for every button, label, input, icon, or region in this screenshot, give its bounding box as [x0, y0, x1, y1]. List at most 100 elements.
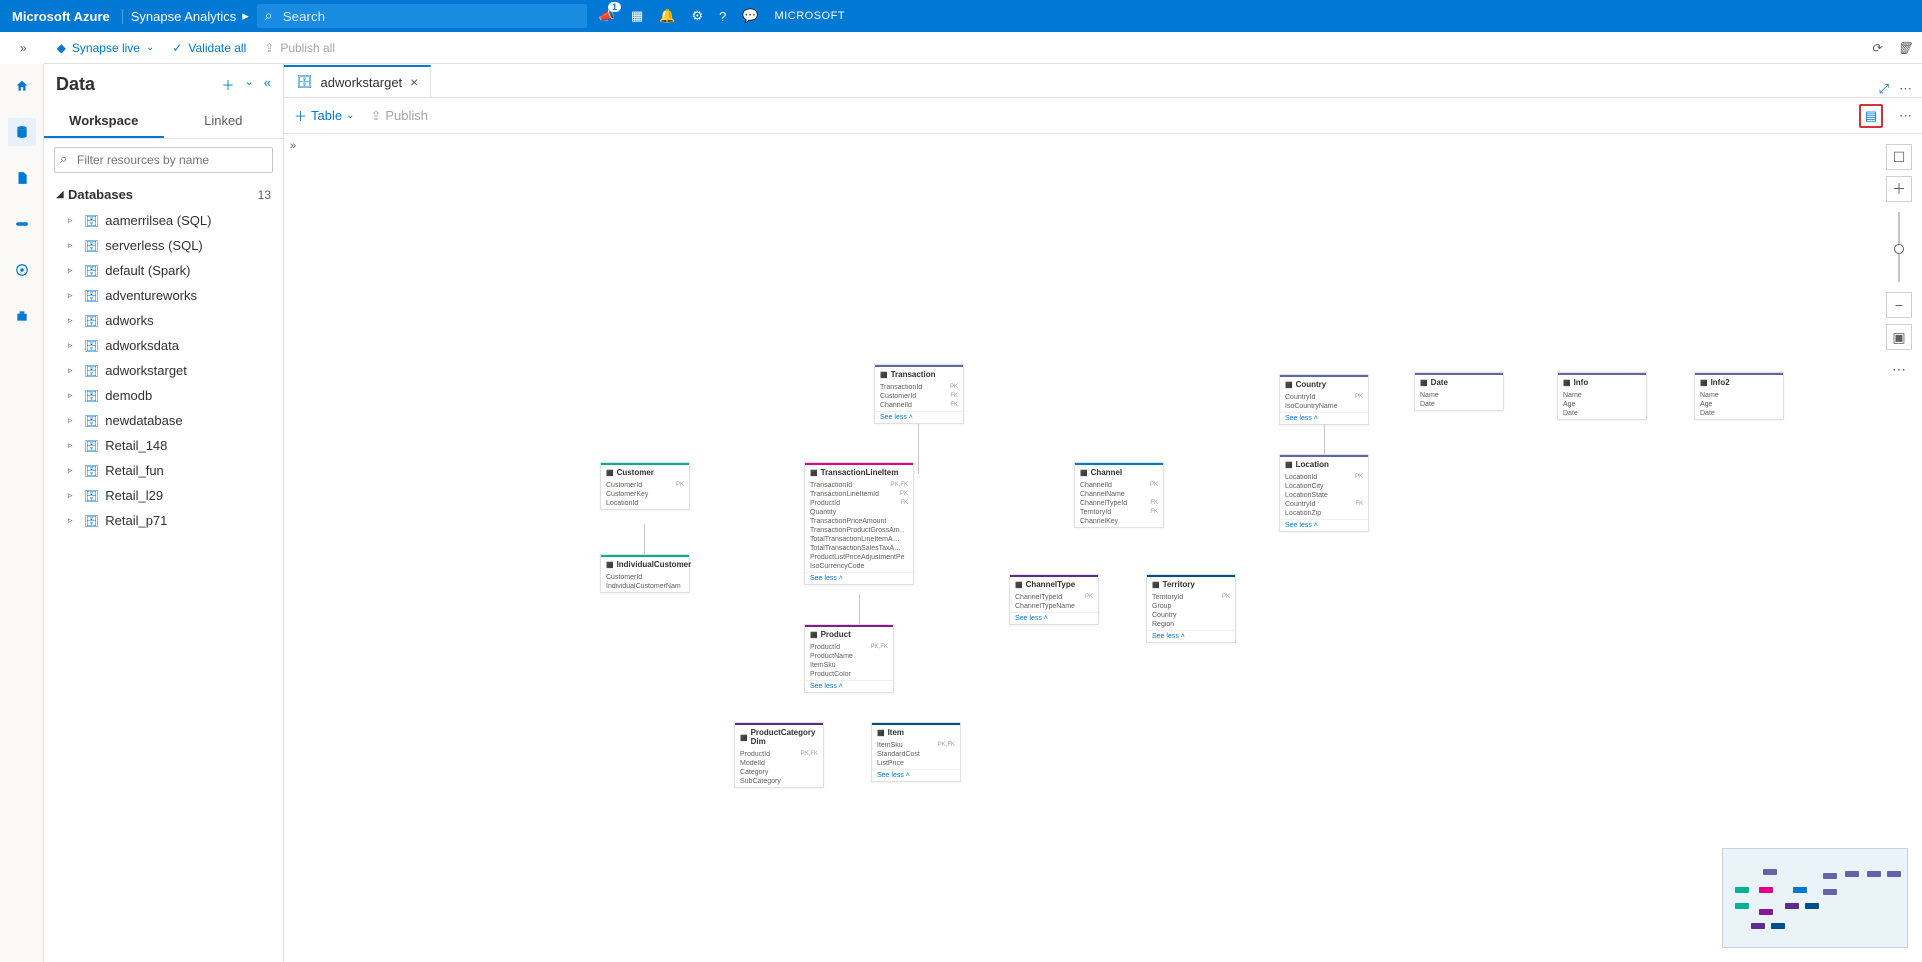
- nav-home[interactable]: [8, 72, 36, 100]
- expand-canvas-icon[interactable]: »: [290, 140, 296, 152]
- zoom-in-button[interactable]: ＋: [1886, 176, 1912, 202]
- database-icon: [15, 125, 29, 139]
- add-table-dropdown[interactable]: ＋ Table ⌄: [294, 106, 354, 125]
- entity-customer[interactable]: ▦CustomerCustomerIdPKCustomerKeyLocation…: [600, 462, 690, 510]
- search-container: [257, 4, 587, 28]
- database-item[interactable]: ▹🗄serverless (SQL): [50, 233, 283, 258]
- database-icon: 🗄: [84, 314, 99, 328]
- more-icon[interactable]: ⋯: [1899, 81, 1912, 97]
- nav-integrate[interactable]: [8, 210, 36, 238]
- synapse-live-dropdown[interactable]: ◆ Synapse live ⌄: [57, 41, 155, 55]
- database-icon: 🗄: [84, 339, 99, 353]
- canvas-options-icon[interactable]: ⋯: [1886, 356, 1912, 382]
- close-tab-icon[interactable]: ×: [410, 74, 418, 90]
- database-item[interactable]: ▹🗄aamerrilsea (SQL): [50, 208, 283, 233]
- database-item[interactable]: ▹🗄Retail_p71: [50, 508, 283, 533]
- feedback-icon[interactable]: 📣1: [599, 8, 615, 24]
- collapse-sidebar-icon[interactable]: «: [264, 75, 271, 94]
- chat-icon[interactable]: 💬: [742, 8, 758, 24]
- account-label[interactable]: MICROSOFT: [775, 10, 846, 22]
- validate-all-button[interactable]: ✓ Validate all: [172, 41, 246, 55]
- file-tab-adworkstarget[interactable]: 🗄 adworkstarget ×: [284, 65, 431, 97]
- main-content: 🗄 adworkstarget × ⤢ ⋯ ＋ Table ⌄ ⇪ Publis…: [284, 64, 1922, 962]
- database-item[interactable]: ▹🗄Retail_148: [50, 433, 283, 458]
- properties-panel-button[interactable]: ▤: [1859, 104, 1883, 128]
- database-icon: 🗄: [296, 74, 313, 90]
- header-icon-group: 📣1 ▦ 🔔 ⚙ ? 💬: [599, 8, 759, 24]
- delete-icon[interactable]: 🗑: [1897, 41, 1912, 55]
- expand-icon[interactable]: ⤢: [1879, 81, 1889, 97]
- chevron-right-icon: ▹: [68, 440, 78, 451]
- nav-data[interactable]: [8, 118, 36, 146]
- database-label: adworks: [105, 313, 153, 328]
- entity-transactionlineitem[interactable]: ▦TransactionLineItemTransactionIdPK,FKTr…: [804, 462, 914, 585]
- data-sidebar: Data ＋ ⌄ « Workspace Linked ◢ Databases …: [44, 64, 284, 962]
- help-icon[interactable]: ?: [719, 9, 726, 24]
- expand-leftrail-icon[interactable]: »: [20, 41, 27, 55]
- entity-date[interactable]: ▦DateNameDate: [1414, 372, 1504, 411]
- chevron-down-icon: ⌄: [346, 110, 354, 121]
- entity-transaction[interactable]: ▦TransactionTransactionIdPKCustomerIdFKC…: [874, 364, 964, 424]
- refresh-icon[interactable]: ⟳: [1871, 41, 1881, 55]
- tab-workspace[interactable]: Workspace: [44, 105, 164, 138]
- database-label: default (Spark): [105, 263, 190, 278]
- chevron-right-icon: ▸: [242, 8, 249, 24]
- entity-country[interactable]: ▦CountryCountryIdPKIsoCountryNameSee les…: [1279, 374, 1369, 425]
- canvas-more-icon[interactable]: ⋯: [1899, 108, 1912, 124]
- apps-icon[interactable]: ▦: [631, 8, 643, 24]
- publish-button: ⇪ Publish: [370, 108, 428, 124]
- settings-icon[interactable]: ⚙: [691, 8, 703, 24]
- sync-icon: ◆: [57, 41, 66, 55]
- zoom-out-button[interactable]: −: [1886, 292, 1912, 318]
- filter-resources-input[interactable]: [54, 147, 273, 173]
- entity-channel[interactable]: ▦ChannelChannelIdPKChannelNameChannelTyp…: [1074, 462, 1164, 528]
- database-item[interactable]: ▹🗄default (Spark): [50, 258, 283, 283]
- database-icon: 🗄: [84, 289, 99, 303]
- entity-info[interactable]: ▦InfoNameAgeDate: [1557, 372, 1647, 420]
- nav-monitor[interactable]: [8, 256, 36, 284]
- database-item[interactable]: ▹🗄demodb: [50, 383, 283, 408]
- entity-product[interactable]: ▦ProductProductIdPK,FKProductNameItemSku…: [804, 624, 894, 693]
- notifications-icon[interactable]: 🔔: [659, 8, 675, 24]
- database-icon: 🗄: [84, 239, 99, 253]
- service-dropdown[interactable]: Synapse Analytics ▸: [123, 8, 257, 24]
- zoom-controls: ☐ ＋ − ▣ ⋯: [1886, 144, 1912, 382]
- chevron-down-icon: ⌄: [146, 42, 154, 53]
- entity-channeltype[interactable]: ▦ChannelTypeChannelTypeIdPKChannelTypeNa…: [1009, 574, 1099, 625]
- global-search-input[interactable]: [257, 4, 587, 28]
- databases-group-row[interactable]: ◢ Databases 13: [44, 181, 283, 208]
- entity-location[interactable]: ▦LocationLocationIdPKLocationCityLocatio…: [1279, 454, 1369, 532]
- database-item[interactable]: ▹ 🗄 adventureworks: [50, 283, 283, 308]
- entity-individualcustomer[interactable]: ▦IndividualCustomerCustomerIdIndividualC…: [600, 554, 690, 593]
- upload-icon: ⇪: [370, 108, 381, 124]
- database-icon: 🗄: [84, 389, 99, 403]
- database-item[interactable]: ▹🗄Retail_fun: [50, 458, 283, 483]
- chevron-right-icon: ▹: [68, 290, 78, 301]
- publish-all-button: ⇪ Publish all: [264, 41, 335, 55]
- home-icon: [15, 79, 29, 93]
- tab-linked[interactable]: Linked: [164, 105, 284, 138]
- database-label: Retail_148: [105, 438, 167, 453]
- nav-develop[interactable]: [8, 164, 36, 192]
- fit-to-screen-button[interactable]: ☐: [1886, 144, 1912, 170]
- database-item[interactable]: ▹🗄adworksdata: [50, 333, 283, 358]
- database-label: adventureworks: [105, 288, 197, 303]
- entity-territory[interactable]: ▦TerritoryTerritoryIdPKGroupCountryRegio…: [1146, 574, 1236, 643]
- chevron-down-icon: ◢: [56, 189, 68, 200]
- zoom-slider[interactable]: [1898, 212, 1900, 282]
- database-item[interactable]: ▹🗄adworkstarget: [50, 358, 283, 383]
- entity-productcategory[interactable]: ▦ProductCategory DimProductIdPK,FKModelI…: [734, 722, 824, 788]
- toolbox-icon: [15, 309, 29, 323]
- minimap[interactable]: [1722, 848, 1908, 948]
- entity-item[interactable]: ▦ItemItemSkuPK,FKStandardCostListPriceSe…: [871, 722, 961, 782]
- add-resource-button[interactable]: ＋: [222, 75, 235, 94]
- diagram-canvas[interactable]: » ☐ ＋ − ▣ ⋯: [284, 134, 1922, 962]
- entity-info2[interactable]: ▦Info2NameAgeDate: [1694, 372, 1784, 420]
- nav-manage[interactable]: [8, 302, 36, 330]
- minimap-toggle-button[interactable]: ▣: [1886, 324, 1912, 350]
- zoom-slider-thumb[interactable]: [1894, 244, 1904, 254]
- database-item[interactable]: ▹🗄adworks: [50, 308, 283, 333]
- sidebar-more-icon[interactable]: ⌄: [245, 75, 254, 94]
- database-item[interactable]: ▹🗄Retail_l29: [50, 483, 283, 508]
- database-item[interactable]: ▹🗄newdatabase: [50, 408, 283, 433]
